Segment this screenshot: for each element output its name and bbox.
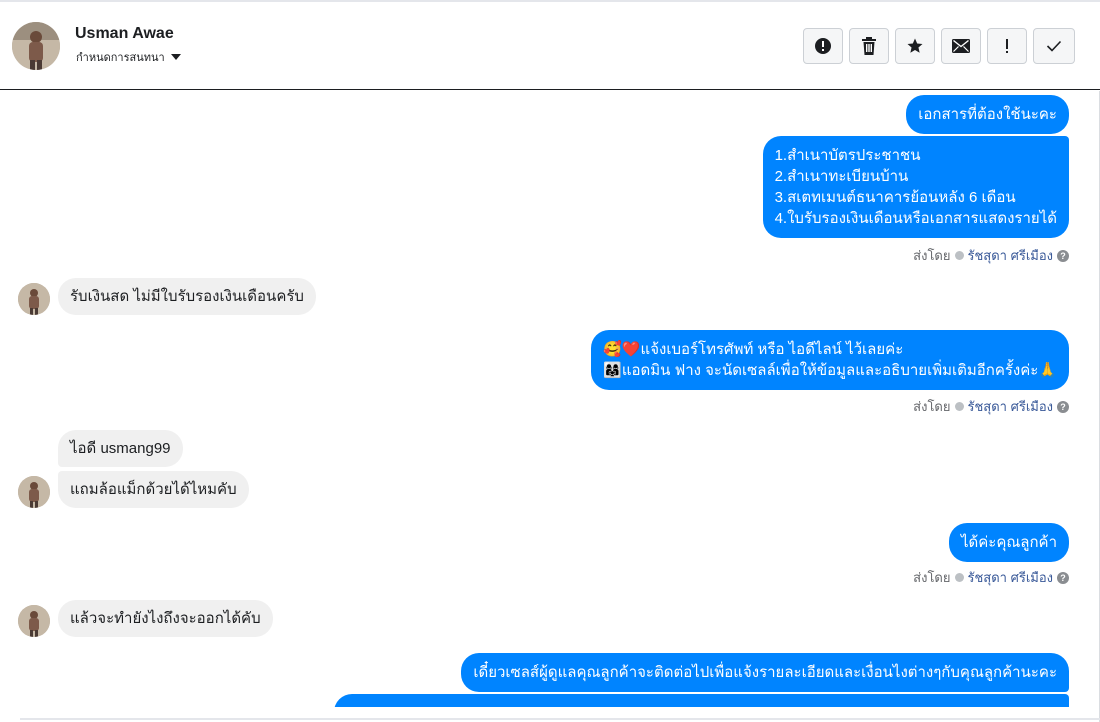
incoming-message[interactable]: แถมล้อแม็กด้วยได้ไหมคับ — [58, 471, 249, 508]
message-thread[interactable]: เอกสารที่ต้องใช้นะคะ 1.สำเนาบัตรประชาชน … — [0, 91, 1100, 707]
message-line: 1.สำเนาบัตรประชาชน — [774, 147, 921, 164]
mark-spam-button[interactable] — [803, 28, 843, 64]
help-icon[interactable]: ? — [1057, 249, 1069, 262]
sent-by-label: ส่งโดย — [913, 570, 951, 585]
outgoing-message[interactable]: เอกสารที่ต้องใช้นะคะ — [906, 95, 1069, 134]
exclamation-icon — [1006, 39, 1008, 53]
incoming-message[interactable]: รับเงินสด ไม่มีใบรับรองเงินเดือนครับ — [58, 278, 316, 315]
outgoing-message[interactable]: 1.สำเนาบัตรประชาชน 2.สำเนาทะเบียนบ้าน 3.… — [762, 136, 1069, 238]
star-button[interactable] — [895, 28, 935, 64]
message-text: ไอดี usmang99 — [70, 440, 171, 457]
help-icon[interactable]: ? — [1057, 571, 1069, 584]
composer-divider — [20, 718, 1100, 720]
sent-by-meta: ส่งโดย รัชสุดา ศรีเมือง ? — [913, 567, 1069, 588]
outgoing-message-partial[interactable] — [334, 694, 1069, 707]
trash-icon — [862, 37, 876, 55]
message-line: 3.สเตทเมนต์ธนาคารย้อนหลัง 6 เดือน — [774, 189, 1016, 206]
contact-avatar-small[interactable] — [18, 476, 50, 508]
agent-name-link[interactable]: รัชสุดา ศรีเมือง — [968, 245, 1054, 266]
message-text: รับเงินสด ไม่มีใบรับรองเงินเดือนครับ — [70, 288, 304, 305]
message-text: ได้ค่ะคุณลูกค้า — [960, 534, 1057, 551]
agent-name-link[interactable]: รัชสุดา ศรีเมือง — [968, 567, 1054, 588]
contact-avatar-small[interactable] — [18, 283, 50, 315]
mark-done-button[interactable] — [1033, 28, 1075, 64]
verified-icon — [954, 402, 964, 411]
message-text: เอกสารที่ต้องใช้นะคะ — [918, 106, 1057, 123]
star-icon — [907, 38, 923, 53]
agent-name-link[interactable]: รัชสุดา ศรีเมือง — [968, 396, 1054, 417]
outgoing-message[interactable]: เดี๋ยวเซลส์ผู้ดูแลคุณลูกค้าจะติดต่อไปเพื… — [461, 653, 1069, 692]
checkmark-icon — [1046, 40, 1062, 52]
delete-button[interactable] — [849, 28, 889, 64]
outgoing-message[interactable]: 🥰❤️แจ้งเบอร์โทรศัพท์ หรือ ไอดีไลน์ ไว้เล… — [591, 330, 1069, 390]
contact-name[interactable]: Usman Awae — [75, 25, 174, 43]
sent-by-label: ส่งโดย — [913, 248, 951, 263]
verified-icon — [954, 251, 964, 260]
assign-conversation-dropdown[interactable]: กำหนดการสนทนา — [76, 48, 181, 66]
message-line: 2.สำเนาทะเบียนบ้าน — [774, 168, 909, 185]
caret-down-icon — [170, 54, 181, 60]
message-text: เดี๋ยวเซลส์ผู้ดูแลคุณลูกค้าจะติดต่อไปเพื… — [473, 664, 1057, 681]
mark-unread-button[interactable] — [941, 28, 981, 64]
contact-avatar[interactable] — [12, 22, 60, 70]
conversation-header: Usman Awae กำหนดการสนทนา — [0, 2, 1100, 90]
contact-avatar-small[interactable] — [18, 605, 50, 637]
message-line: 👩‍👩‍👧แอดมิน ฟาง จะนัดเซลล์เพื่อให้ข้อมูล… — [603, 362, 1057, 379]
follow-up-button[interactable] — [987, 28, 1027, 64]
message-text: แถมล้อแม็กด้วยได้ไหมคับ — [70, 481, 237, 498]
incoming-message[interactable]: แล้วจะทำยังไงถึงจะออกได้คับ — [58, 600, 273, 637]
sent-by-meta: ส่งโดย รัชสุดา ศรีเมือง ? — [913, 396, 1069, 417]
message-line: 🥰❤️แจ้งเบอร์โทรศัพท์ หรือ ไอดีไลน์ ไว้เล… — [603, 341, 904, 358]
assign-label: กำหนดการสนทนา — [76, 52, 165, 64]
help-icon[interactable]: ? — [1057, 400, 1069, 413]
alert-circle-icon — [815, 38, 831, 54]
incoming-message[interactable]: ไอดี usmang99 — [58, 430, 183, 467]
verified-icon — [954, 573, 964, 582]
sent-by-label: ส่งโดย — [913, 399, 951, 414]
outgoing-message[interactable]: ได้ค่ะคุณลูกค้า — [948, 523, 1069, 562]
message-line: 4.ใบรับรองเงินเดือนหรือเอกสารแสดงรายได้ — [774, 210, 1057, 227]
sent-by-meta: ส่งโดย รัชสุดา ศรีเมือง ? — [913, 245, 1069, 266]
message-text: แล้วจะทำยังไงถึงจะออกได้คับ — [70, 610, 261, 627]
envelope-icon — [952, 39, 970, 53]
header-actions — [803, 28, 1075, 64]
